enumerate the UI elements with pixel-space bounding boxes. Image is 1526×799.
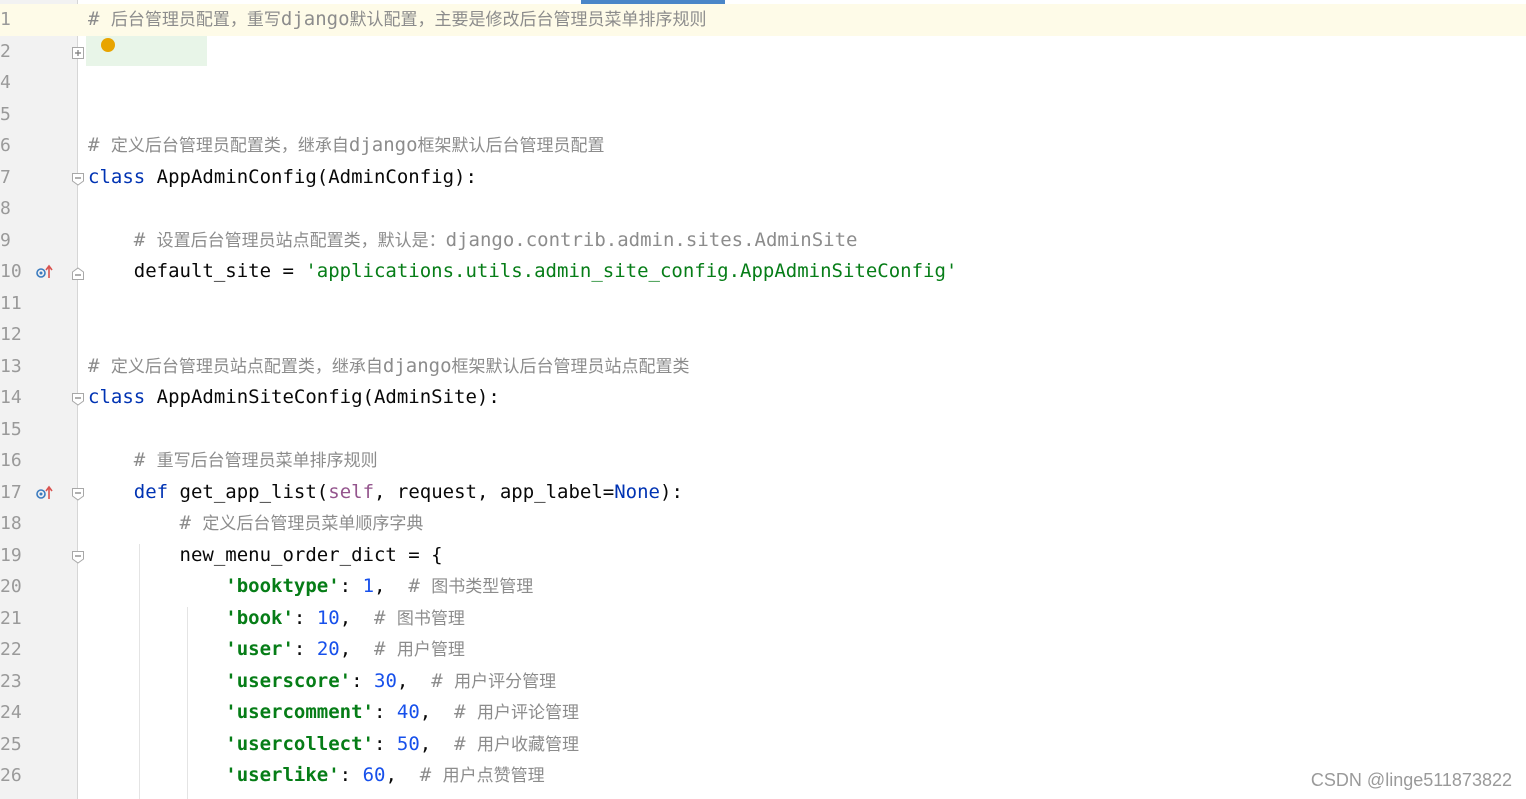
code-line[interactable]: 13 # 定义后台管理员站点配置类，继承自django框架默认后台管理员站点配置类 [0, 351, 1526, 383]
code-line[interactable]: 10 default_site = 'applications.utils.ad… [0, 256, 1526, 288]
code-line[interactable]: 4 [0, 67, 1526, 99]
line-number: 5 [0, 103, 11, 125]
watermark: CSDN @linge511873822 [1310, 770, 1512, 790]
line-number: 26 [0, 765, 22, 786]
code-line[interactable]: 19 new_menu_order_dict = { [0, 540, 1526, 572]
line-number: 7 [0, 166, 11, 188]
code-line[interactable]: 22 'user': 20, # 用户管理 [0, 634, 1526, 666]
code-text[interactable]: # 定义后台管理员菜单顺序字典 [88, 508, 424, 541]
code-line[interactable]: 6 # 定义后台管理员配置类，继承自django框架默认后台管理员配置 [0, 130, 1526, 162]
line-number: 10 [0, 261, 22, 282]
fold-icon[interactable] [72, 549, 84, 564]
code-text[interactable]: 'userscore': 30, # 用户评分管理 [88, 666, 556, 699]
code-text[interactable]: 'usercomment': 40, # 用户评论管理 [88, 697, 579, 730]
fold-icon[interactable] [72, 265, 84, 280]
code-line[interactable]: 20 'booktype': 1, # 图书类型管理 [0, 571, 1526, 603]
line-number: 19 [0, 544, 22, 566]
code-text[interactable]: def get_app_list(self, request, app_labe… [88, 477, 683, 509]
line-number: 15 [0, 418, 22, 440]
line-number: 23 [0, 670, 22, 692]
code-text[interactable]: 'userlike': 60, # 用户点赞管理 [88, 760, 544, 793]
code-text[interactable]: 'book': 10, # 图书管理 [88, 603, 465, 636]
line-number: 21 [0, 607, 22, 629]
code-text[interactable]: # 后台管理员配置，重写django默认配置，主要是修改后台管理员菜单排序规则 [88, 4, 707, 37]
code-text[interactable]: 'booktype': 1, # 图书类型管理 [88, 571, 533, 604]
code-line[interactable]: 26 'userlike': 60, # 用户点赞管理 [0, 760, 1526, 792]
line-number: 20 [0, 576, 22, 597]
code-line[interactable]: 23 'userscore': 30, # 用户评分管理 [0, 666, 1526, 698]
code-text[interactable]: # 定义后台管理员配置类，继承自django框架默认后台管理员配置 [88, 130, 605, 163]
code-text[interactable]: # 重写后台管理员菜单排序规则 [88, 445, 378, 478]
line-number: 18 [0, 513, 22, 534]
bulb-icon[interactable] [101, 38, 115, 52]
code-line[interactable]: 21 'book': 10, # 图书管理 [0, 603, 1526, 635]
code-text[interactable]: 'user': 20, # 用户管理 [88, 634, 465, 667]
override-up-arrow-icon[interactable] [36, 264, 54, 280]
code-line[interactable]: 9 # 设置后台管理员站点配置类，默认是：django.contrib.admi… [0, 225, 1526, 257]
line-number: 2 [0, 40, 11, 62]
code-text[interactable]: 'usercollect': 50, # 用户收藏管理 [88, 729, 579, 762]
code-line[interactable]: 24 'usercomment': 40, # 用户评论管理 [0, 697, 1526, 729]
line-number: 22 [0, 639, 22, 660]
code-line[interactable]: 1 # 后台管理员配置，重写django默认配置，主要是修改后台管理员菜单排序规则 [0, 4, 1526, 36]
line-number: 25 [0, 733, 22, 755]
code-line[interactable]: 18 # 定义后台管理员菜单顺序字典 [0, 508, 1526, 540]
line-number: 17 [0, 481, 22, 503]
code-text[interactable]: class AppAdminSiteConfig(AdminSite): [88, 382, 500, 414]
code-text[interactable]: new_menu_order_dict = { [88, 540, 443, 572]
fold-icon[interactable] [72, 171, 84, 186]
line-number: 14 [0, 387, 22, 408]
override-up-arrow-icon[interactable] [36, 485, 54, 501]
code-line[interactable]: 8 [0, 193, 1526, 225]
line-number: 13 [0, 355, 22, 377]
code-line[interactable]: 14 class AppAdminSiteConfig(AdminSite): [0, 382, 1526, 414]
code-line[interactable]: 15 [0, 414, 1526, 446]
indent-guide [187, 606, 188, 799]
code-line[interactable]: 2import ... [0, 36, 1526, 68]
line-number: 16 [0, 450, 22, 471]
line-number: 9 [0, 229, 11, 251]
fold-icon[interactable] [72, 486, 84, 501]
indent-guide [139, 543, 140, 799]
line-number: 12 [0, 324, 22, 345]
code-text[interactable]: # 设置后台管理员站点配置类，默认是：django.contrib.admin.… [88, 225, 858, 258]
code-line[interactable]: 12 [0, 319, 1526, 351]
line-number: 11 [0, 292, 22, 314]
code-line[interactable]: 17 def get_app_list(self, request, app_l… [0, 477, 1526, 509]
line-number: 24 [0, 702, 22, 723]
code-text[interactable]: # 定义后台管理员站点配置类，继承自django框架默认后台管理员站点配置类 [88, 351, 690, 384]
code-text[interactable]: class AppAdminConfig(AdminConfig): [88, 162, 477, 194]
line-number: 4 [0, 72, 11, 93]
code-line[interactable]: 11 [0, 288, 1526, 320]
code-line[interactable]: 7 class AppAdminConfig(AdminConfig): [0, 162, 1526, 194]
code-line[interactable]: 16 # 重写后台管理员菜单排序规则 [0, 445, 1526, 477]
fold-icon[interactable] [72, 391, 84, 406]
fold-icon[interactable] [72, 45, 84, 59]
code-line[interactable]: 25 'usercollect': 50, # 用户收藏管理 [0, 729, 1526, 761]
line-number: 6 [0, 135, 11, 156]
line-number: 1 [0, 9, 11, 30]
line-number: 8 [0, 198, 11, 219]
code-line[interactable]: 5 [0, 99, 1526, 131]
code-text[interactable]: default_site = 'applications.utils.admin… [88, 256, 958, 288]
